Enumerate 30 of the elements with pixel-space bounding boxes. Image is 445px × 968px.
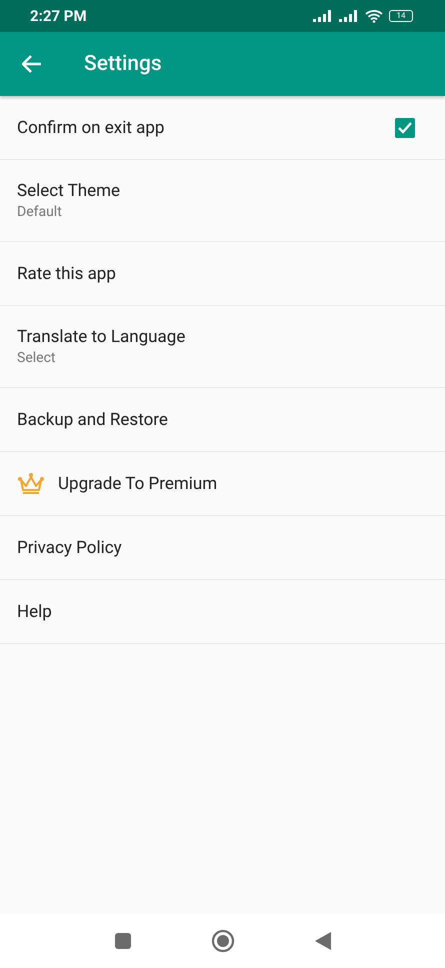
item-label: Upgrade To Premium [58,474,218,494]
item-label: Translate to Language [17,327,186,347]
wifi-icon [365,9,383,23]
settings-item[interactable]: Privacy Policy [0,516,445,580]
settings-item[interactable]: Backup and Restore [0,388,445,452]
item-label: Select Theme [17,181,122,201]
settings-item[interactable]: Upgrade To Premium [0,452,445,516]
item-label: Privacy Policy [17,538,123,558]
settings-item[interactable]: Rate this app [0,242,445,306]
back-arrow-icon[interactable] [22,55,42,73]
item-label: Help [17,602,53,622]
settings-item[interactable]: Confirm on exit app [0,96,445,160]
home-icon[interactable] [210,929,234,953]
item-summary: Default [17,204,63,220]
settings-item[interactable]: Translate to Language Select [0,306,445,388]
battery-icon: 14 [389,10,413,22]
screen-title: Settings [84,52,162,76]
signal-icon [313,10,333,22]
signal-icon [339,10,359,22]
crown-icon [17,472,45,496]
item-label: Backup and Restore [17,410,169,430]
settings-item[interactable]: Select Theme Default [0,160,445,242]
settings-item[interactable]: Help [0,580,445,644]
item-label: Rate this app [17,264,117,284]
status-time: 2:27 PM [30,7,87,25]
checkbox[interactable] [395,118,415,138]
item-label: Confirm on exit app [17,118,166,138]
back-icon[interactable] [314,932,330,950]
item-summary: Select [17,350,56,366]
recents-icon[interactable] [114,933,130,949]
